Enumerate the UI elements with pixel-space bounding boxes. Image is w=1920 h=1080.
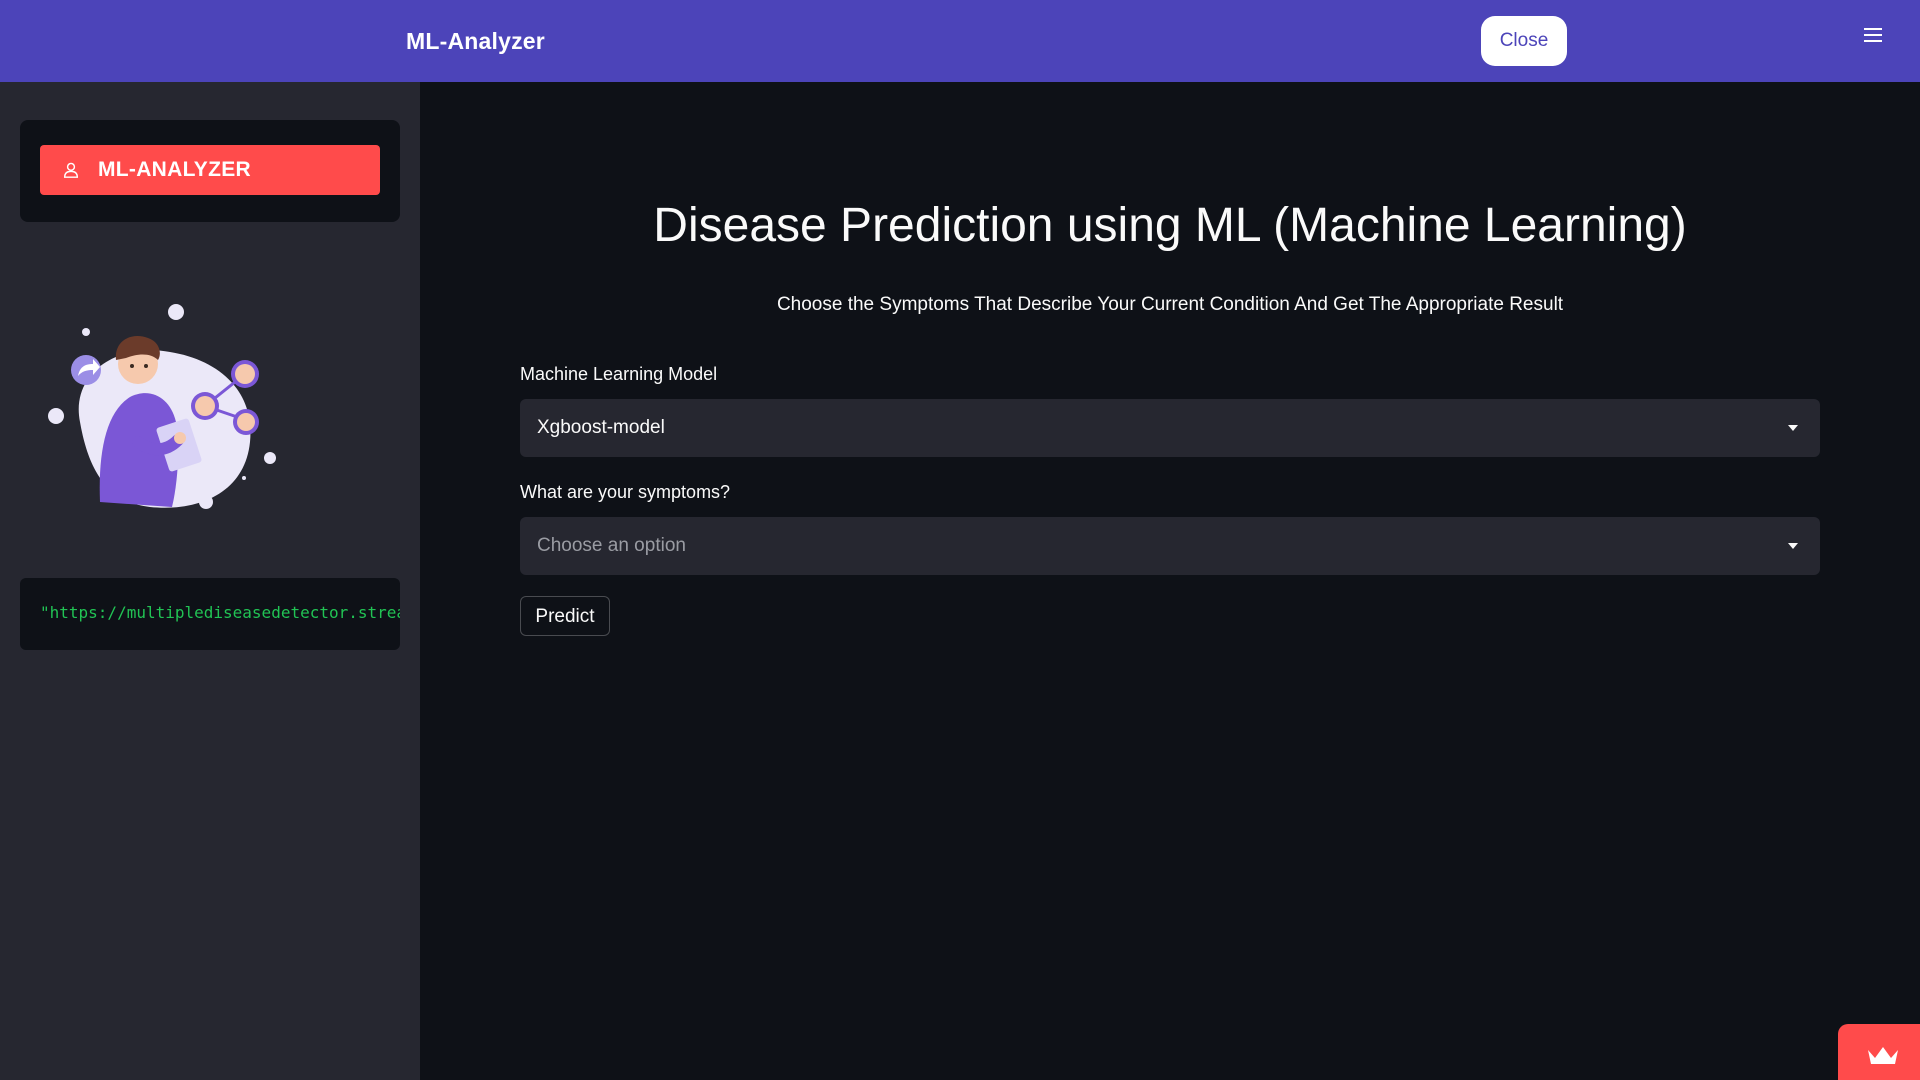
symptoms-select-placeholder: Choose an option — [537, 535, 686, 556]
top-bar: ML-Analyzer Close — [0, 0, 1920, 82]
streamlit-badge[interactable] — [1838, 1024, 1920, 1080]
predict-button[interactable]: Predict — [520, 596, 610, 636]
close-button[interactable]: Close — [1481, 16, 1567, 66]
symptoms-select-label: What are your symptoms? — [520, 482, 731, 502]
chevron-down-icon — [1788, 425, 1798, 431]
app-brand: ML-Analyzer — [406, 28, 545, 54]
model-select[interactable]: Xgboost-model — [520, 399, 1820, 457]
url-code-block: "https://multiplediseasedetector.strea — [20, 578, 400, 650]
crown-icon — [1868, 1047, 1898, 1064]
model-select-label: Machine Learning Model — [520, 364, 718, 384]
chevron-down-icon — [1788, 543, 1798, 549]
url-code-text: "https://multiplediseasedetector.strea — [40, 603, 400, 622]
sidebar: ML-ANALYZER "https://multiplediseasedete… — [0, 82, 420, 1080]
sidebar-item-label: ML-ANALYZER — [98, 158, 252, 181]
model-select-value: Xgboost-model — [537, 417, 665, 438]
page-title: Disease Prediction using ML (Machine Lea… — [653, 199, 1687, 252]
sidebar-nav-menu: ML-ANALYZER — [20, 120, 400, 222]
hamburger-icon[interactable] — [1862, 24, 1884, 48]
page-subtitle: Choose the Symptoms That Describe Your C… — [776, 294, 1564, 315]
person-with-clipboard-network-illustration — [48, 304, 276, 509]
user-icon — [63, 162, 79, 178]
symptoms-multiselect[interactable]: Choose an option — [520, 517, 1820, 575]
sidebar-item-ml-analyzer[interactable]: ML-ANALYZER — [40, 145, 380, 195]
